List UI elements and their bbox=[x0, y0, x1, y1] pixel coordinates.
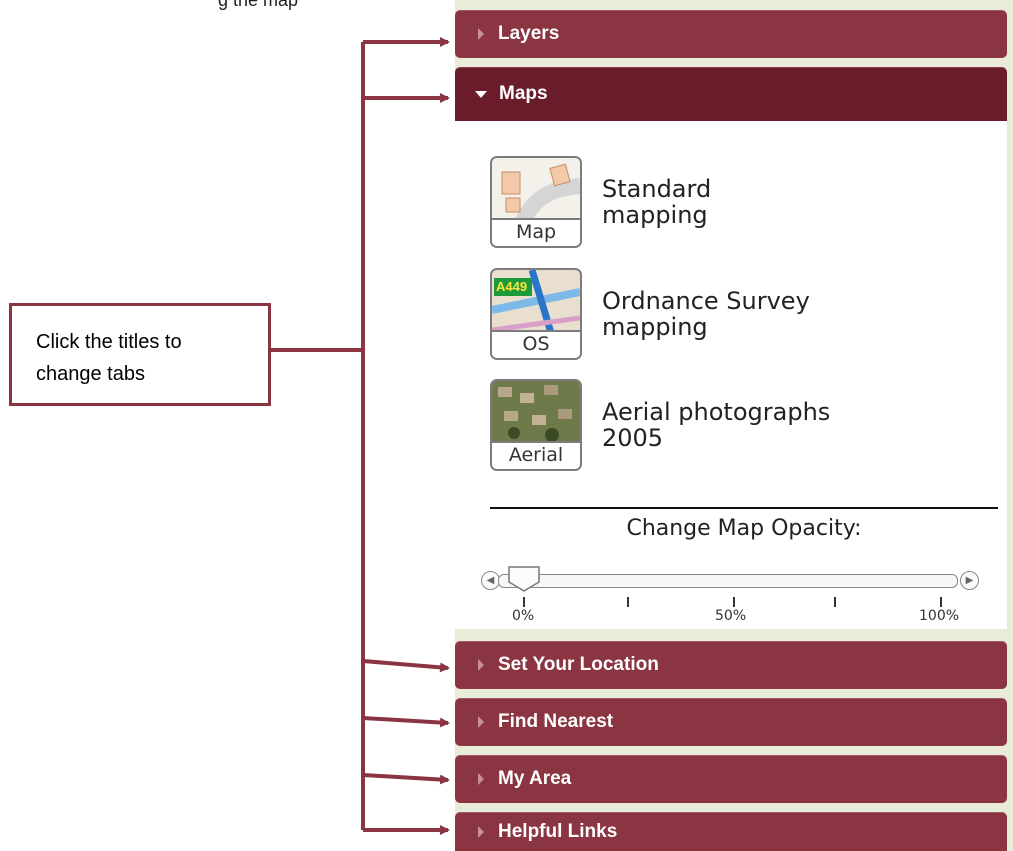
map-option-os[interactable]: A449 OS Ordnance Survey mapping bbox=[490, 268, 922, 360]
tab-label: Find Nearest bbox=[498, 711, 614, 732]
tab-label: Set Your Location bbox=[498, 654, 659, 675]
os-map-thumbnail: A449 OS bbox=[490, 268, 582, 360]
tab-label: Maps bbox=[499, 83, 548, 104]
thumb-caption: Map bbox=[492, 218, 580, 246]
collapsed-arrow-icon bbox=[478, 773, 484, 785]
tick-mark bbox=[834, 597, 836, 607]
opacity-slider-handle[interactable] bbox=[508, 566, 540, 592]
label-line: 2005 bbox=[602, 424, 664, 452]
tab-my-area[interactable]: My Area bbox=[455, 755, 1007, 803]
tab-set-your-location[interactable]: Set Your Location bbox=[455, 641, 1007, 689]
map-option-standard[interactable]: Map Standard mapping bbox=[490, 156, 922, 248]
tab-label: My Area bbox=[498, 768, 572, 789]
tick-mark bbox=[733, 597, 735, 607]
arrow-to-find-nearest bbox=[362, 716, 450, 728]
divider bbox=[490, 507, 998, 509]
opacity-label: Change Map Opacity: bbox=[626, 516, 862, 541]
label-line: mapping bbox=[602, 201, 708, 229]
tick-label: 100% bbox=[919, 608, 960, 624]
road-badge: A449 bbox=[496, 279, 528, 294]
label-line: Standard bbox=[602, 175, 712, 203]
thumb-caption: Aerial bbox=[492, 441, 580, 469]
tab-layers[interactable]: Layers bbox=[455, 10, 1007, 58]
tab-label: Helpful Links bbox=[498, 820, 618, 842]
slider-right-arrow-icon[interactable]: ▶ bbox=[960, 571, 979, 590]
arrow-to-my-area bbox=[362, 773, 450, 785]
label-line: mapping bbox=[602, 313, 708, 341]
tab-label: Layers bbox=[498, 23, 560, 44]
aerial-photo-thumbnail: Aerial bbox=[490, 379, 582, 471]
arrow-to-set-location bbox=[362, 659, 450, 673]
standard-map-thumbnail: Map bbox=[490, 156, 582, 248]
label-line: Aerial photographs bbox=[602, 398, 831, 426]
tick-label: 50% bbox=[715, 608, 747, 624]
tab-maps[interactable]: Maps bbox=[455, 67, 1007, 121]
tick-mark bbox=[627, 597, 629, 607]
aerial-photo-icon bbox=[492, 381, 580, 447]
tab-find-nearest[interactable]: Find Nearest bbox=[455, 698, 1007, 746]
collapsed-arrow-icon bbox=[478, 28, 484, 40]
tick-mark bbox=[523, 597, 525, 607]
map-option-label: Ordnance Survey mapping bbox=[602, 288, 922, 340]
map-option-label: Aerial photographs 2005 bbox=[602, 399, 922, 451]
opacity-slider-track[interactable] bbox=[498, 574, 958, 588]
map-option-aerial[interactable]: Aerial Aerial photographs 2005 bbox=[490, 379, 922, 471]
thumb-caption: OS bbox=[492, 330, 580, 358]
tick-mark bbox=[940, 597, 942, 607]
collapsed-arrow-icon bbox=[478, 659, 484, 671]
expanded-arrow-icon bbox=[475, 90, 487, 98]
map-option-label: Standard mapping bbox=[602, 176, 922, 228]
collapsed-arrow-icon bbox=[478, 716, 484, 728]
tick-label: 0% bbox=[512, 608, 535, 624]
tab-helpful-links[interactable]: Helpful Links bbox=[455, 812, 1007, 851]
street-map-icon bbox=[492, 158, 580, 224]
collapsed-arrow-icon bbox=[478, 825, 484, 838]
label-line: Ordnance Survey bbox=[602, 287, 810, 315]
